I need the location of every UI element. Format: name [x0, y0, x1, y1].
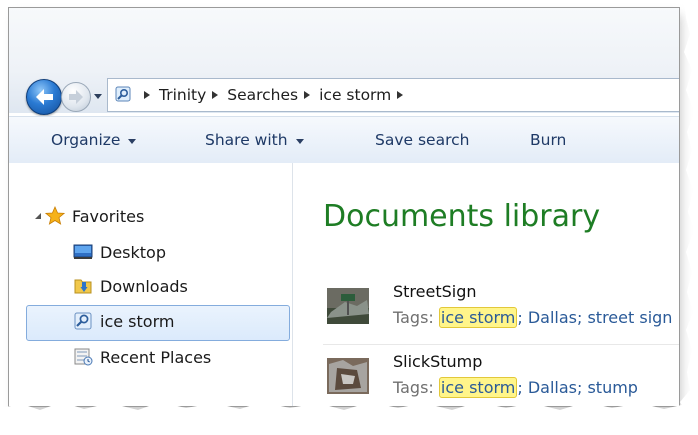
photo-thumbnail-icon	[327, 288, 369, 324]
breadcrumb-chevron-icon[interactable]	[304, 91, 311, 99]
search-highlight: ice storm	[438, 307, 518, 328]
dropdown-arrow-icon	[295, 138, 304, 144]
explorer-window: Trinity Searches ice storm Organize Shar…	[8, 7, 680, 407]
nav-favorites-label: Favorites	[72, 206, 145, 226]
breadcrumb-trinity[interactable]: Trinity	[159, 86, 206, 104]
nav-item-downloads[interactable]: Downloads	[73, 270, 188, 302]
save-search-label: Save search	[375, 131, 470, 149]
file-name: StreetSign	[393, 282, 477, 301]
row-divider	[323, 344, 679, 345]
back-button[interactable]	[26, 79, 62, 115]
nav-item-desktop[interactable]: Desktop	[73, 236, 166, 268]
organize-button[interactable]: Organize	[51, 117, 137, 163]
expand-triangle-icon[interactable]	[33, 211, 43, 221]
downloads-folder-icon	[74, 279, 92, 294]
forward-button[interactable]	[61, 82, 91, 112]
burn-label: Burn	[530, 131, 567, 149]
command-bar: Organize Share with Save search Burn	[9, 116, 679, 164]
breadcrumb: Trinity Searches ice storm	[138, 79, 412, 111]
file-item-slickstump[interactable]: SlickStump Tags: ice storm; Dallas; stum…	[327, 348, 679, 400]
recent-places-icon	[74, 348, 93, 366]
burn-button[interactable]: Burn	[530, 117, 566, 163]
breadcrumb-ice-storm[interactable]: ice storm	[319, 86, 391, 104]
file-tags: Tags: ice storm; Dallas; street sign	[393, 307, 672, 328]
star-icon	[45, 206, 65, 225]
nav-favorites[interactable]: Favorites	[33, 200, 144, 232]
title-bar: Trinity Searches ice storm	[9, 8, 679, 115]
share-with-button[interactable]: Share with	[205, 117, 304, 163]
nav-item-ice-storm[interactable]: ice storm	[73, 305, 174, 337]
breadcrumb-chevron-icon[interactable]	[144, 91, 150, 99]
organize-label: Organize	[51, 131, 121, 149]
address-bar[interactable]: Trinity Searches ice storm	[107, 78, 679, 112]
nav-item-label: Desktop	[100, 242, 166, 262]
library-title: Documents library	[323, 199, 601, 234]
breadcrumb-chevron-icon[interactable]	[397, 91, 404, 99]
screenshot-frame: Trinity Searches ice storm Organize Shar…	[0, 0, 698, 435]
photo-thumbnail-icon	[327, 358, 369, 394]
search-highlight: ice storm	[438, 377, 518, 398]
tags-rest[interactable]: ; Dallas; stump	[517, 378, 638, 397]
recent-pages-dropdown-icon[interactable]	[93, 91, 103, 101]
save-search-button[interactable]: Save search	[375, 117, 469, 163]
tags-rest[interactable]: ; Dallas; street sign	[517, 308, 672, 327]
file-list-pane: Documents library StreetSign Tags: ice s…	[293, 163, 679, 406]
breadcrumb-chevron-icon[interactable]	[212, 91, 219, 99]
file-name: SlickStump	[393, 352, 483, 371]
forward-arrow-icon	[69, 90, 83, 104]
nav-item-recent-places[interactable]: Recent Places	[73, 341, 211, 373]
desktop-icon	[73, 244, 93, 259]
tags-label: Tags:	[393, 378, 434, 397]
saved-search-icon	[115, 86, 131, 102]
dropdown-arrow-icon	[128, 138, 137, 144]
nav-item-label: Downloads	[100, 276, 188, 296]
tags-label: Tags:	[393, 308, 434, 327]
back-arrow-icon	[36, 89, 53, 105]
file-item-streetsign[interactable]: StreetSign Tags: ice storm; Dallas; stre…	[327, 278, 679, 330]
nav-item-label: Recent Places	[100, 347, 212, 367]
file-tags: Tags: ice storm; Dallas; stump	[393, 377, 638, 398]
nav-item-label: ice storm	[100, 311, 175, 331]
saved-search-icon	[74, 312, 92, 330]
share-with-label: Share with	[205, 131, 288, 149]
breadcrumb-searches[interactable]: Searches	[227, 86, 298, 104]
